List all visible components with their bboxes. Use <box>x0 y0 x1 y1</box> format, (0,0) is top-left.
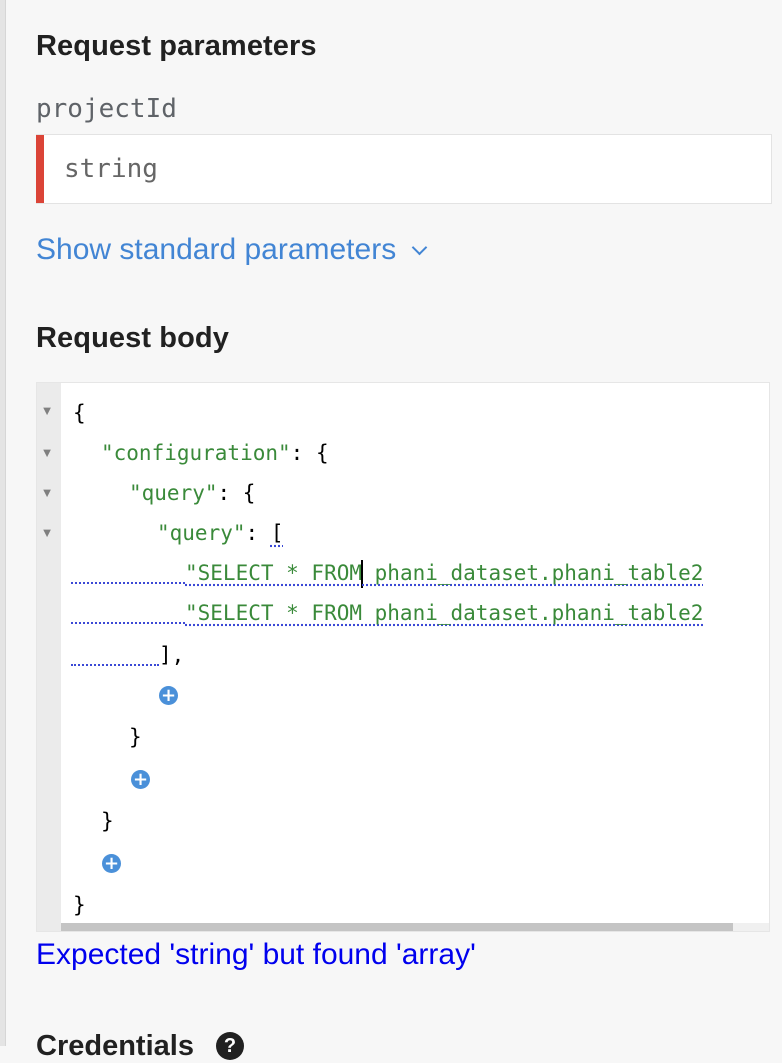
request-body-editor[interactable]: ▼ ▼ ▼ ▼ { "configuration": { "query": { … <box>36 382 770 932</box>
add-field-button[interactable]: + <box>102 854 121 873</box>
scrollbar-thumb[interactable] <box>61 923 733 931</box>
code-line: "SELECT * FROM phani_dataset.phani_table… <box>71 598 703 628</box>
code-line: "configuration": { <box>101 441 329 465</box>
code-line: { <box>73 401 86 425</box>
code-line: "query": { <box>129 481 256 505</box>
fold-toggle-icon[interactable]: ▼ <box>39 485 55 500</box>
validation-error-message: Expected 'string' but found 'array' <box>36 938 476 971</box>
code-line: "SELECT * FROM phani_dataset.phani_table… <box>71 558 703 588</box>
code-line: ], <box>71 640 184 670</box>
chevron-down-icon <box>411 239 428 255</box>
code-line: } <box>129 725 142 749</box>
configuration-key: "configuration" <box>101 441 291 465</box>
indent-marker <box>71 620 185 624</box>
fold-toggle-icon[interactable]: ▼ <box>39 525 55 540</box>
horizontal-scrollbar[interactable] <box>61 923 769 931</box>
fold-toggle-icon[interactable]: ▼ <box>39 445 55 460</box>
code-line: } <box>101 809 114 833</box>
request-body-title: Request body <box>36 322 229 354</box>
left-panel-border <box>0 0 6 1046</box>
query-array-key: "query" <box>157 521 246 545</box>
project-id-input[interactable] <box>44 135 782 203</box>
show-standard-parameters-label: Show standard parameters <box>36 233 397 266</box>
show-standard-parameters-link[interactable]: Show standard parameters <box>36 233 428 267</box>
sql-query-string: "SELECT * FROM phani_dataset.phani_table… <box>185 601 704 625</box>
code-line: } <box>73 893 86 917</box>
project-id-field-container <box>36 134 782 204</box>
editor-gutter: ▼ ▼ ▼ ▼ <box>37 383 61 931</box>
project-id-label: projectId <box>36 94 177 124</box>
indent-marker <box>71 662 159 666</box>
fold-toggle-icon[interactable]: ▼ <box>39 403 55 418</box>
add-field-button[interactable]: + <box>131 770 150 789</box>
query-object-key: "query" <box>129 481 218 505</box>
help-icon[interactable]: ? <box>216 1032 244 1060</box>
required-indicator <box>36 135 44 203</box>
credentials-title: Credentials <box>36 1030 194 1062</box>
code-line: "query": [ <box>157 521 284 545</box>
request-parameters-title: Request parameters <box>36 30 317 62</box>
indent-marker <box>71 580 185 584</box>
sql-query-string: "SELECT * FROM <box>185 561 363 585</box>
add-field-button[interactable]: + <box>159 686 178 705</box>
